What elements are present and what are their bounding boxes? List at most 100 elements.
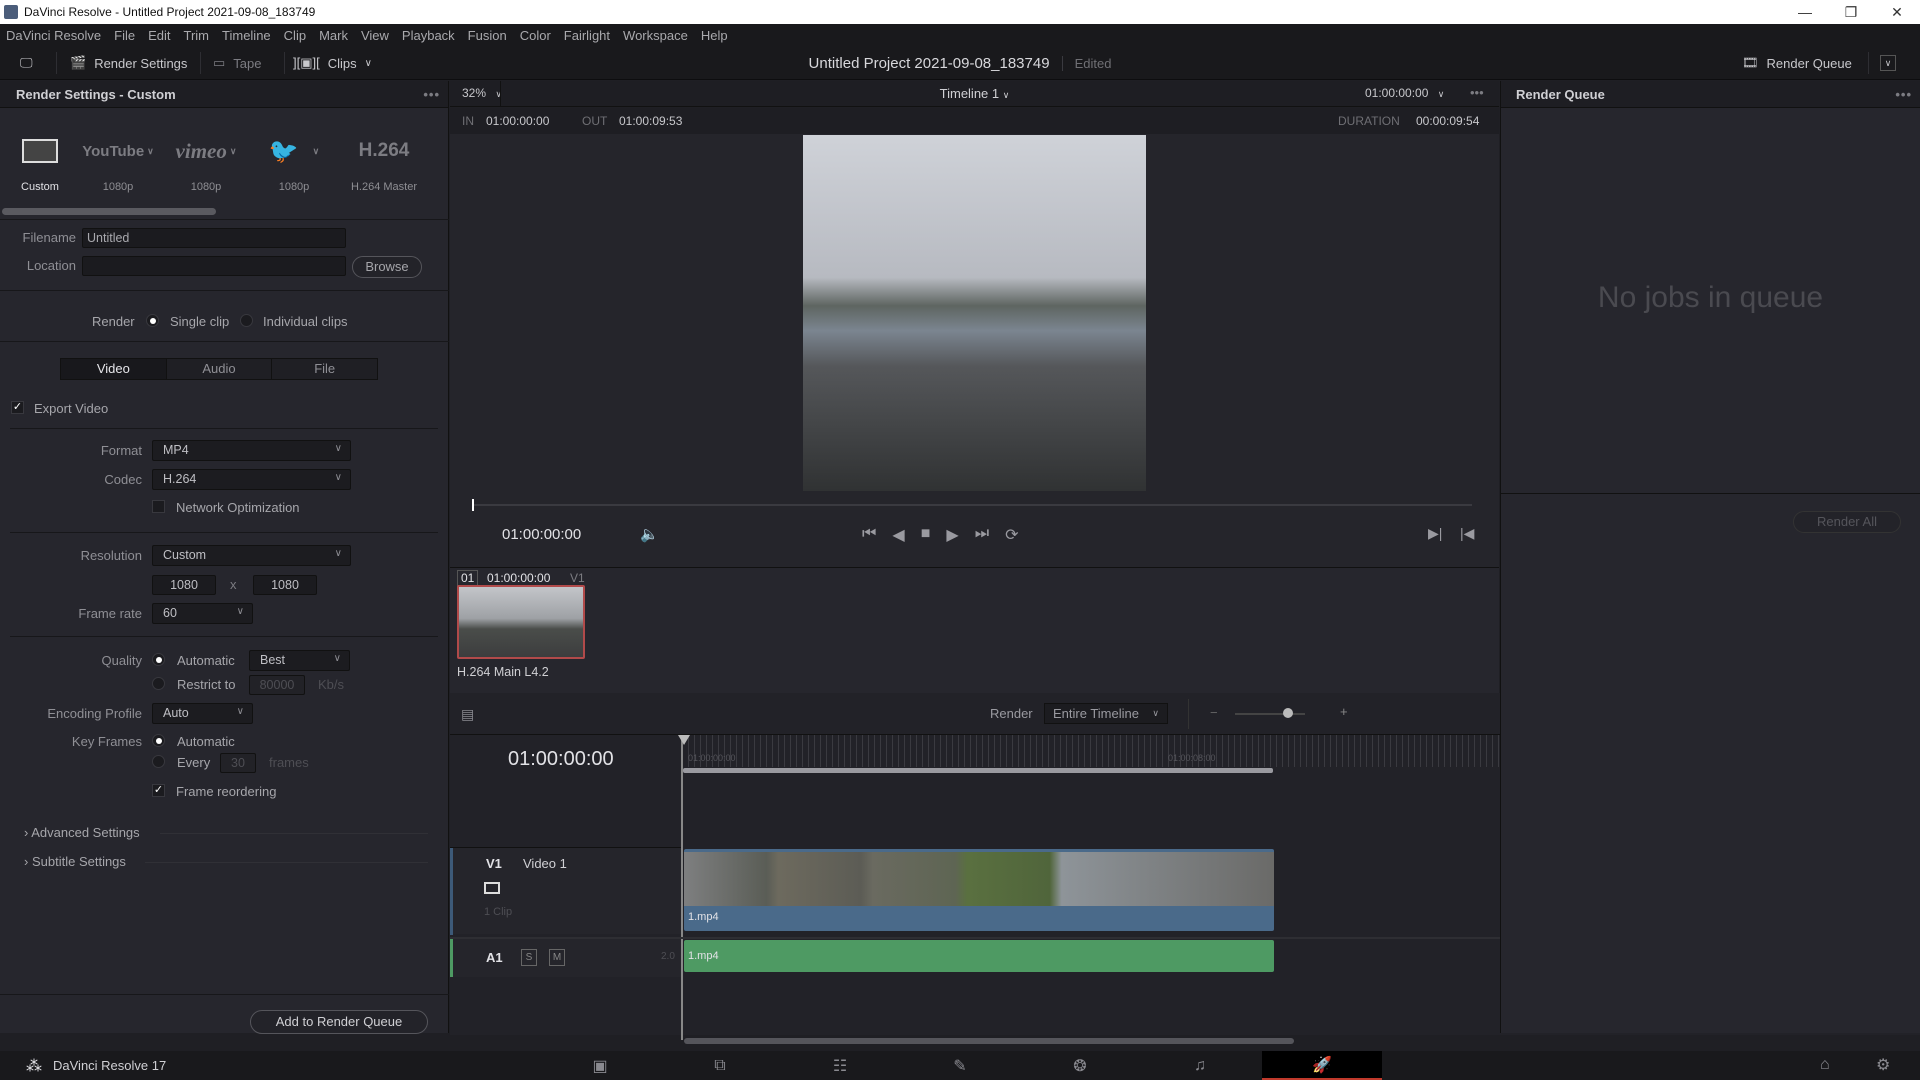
quality-select[interactable]: Best ∨	[249, 650, 350, 671]
edit-page-icon[interactable]: ☷	[780, 1051, 900, 1080]
home-icon[interactable]: ⌂	[1820, 1056, 1830, 1074]
zoom-in-icon[interactable]: +	[1340, 704, 1348, 719]
render-range-bar[interactable]	[683, 768, 1273, 773]
menu-trim[interactable]: Trim	[184, 28, 210, 43]
playhead-marker[interactable]	[678, 735, 690, 745]
codec-select[interactable]: H.264 ∨	[152, 469, 351, 490]
resolution-height-input[interactable]: 1080	[253, 575, 317, 595]
menu-file[interactable]: File	[114, 28, 135, 43]
menu-timeline[interactable]: Timeline	[222, 28, 271, 43]
render-all-button[interactable]: Render All	[1793, 511, 1901, 533]
menu-clip[interactable]: Clip	[284, 28, 306, 43]
render-range-select[interactable]: Entire Timeline ∨	[1044, 703, 1168, 724]
scrubber-track[interactable]	[472, 504, 1472, 506]
viewer-frame[interactable]	[803, 135, 1146, 491]
prev-edit-icon[interactable]: |◀	[1460, 525, 1474, 542]
current-timecode: 01:00:00:00	[502, 526, 582, 543]
keyframes-automatic-radio[interactable]	[152, 734, 165, 747]
ruler-tick-label: 01:00:00:00	[688, 753, 736, 763]
menu-mark[interactable]: Mark	[319, 28, 348, 43]
deliver-page-icon[interactable]: 🚀	[1262, 1051, 1382, 1080]
volume-icon[interactable]: 🔈	[640, 525, 659, 543]
more-options-icon[interactable]: •••	[423, 87, 440, 102]
tab-audio[interactable]: Audio	[165, 359, 272, 379]
skip-to-end-icon[interactable]: ⏭	[975, 525, 989, 545]
loop-icon[interactable]: ⟳	[1005, 525, 1018, 545]
quality-automatic-radio[interactable]	[152, 653, 165, 666]
timeline-select[interactable]: Timeline 1 ∨	[450, 86, 1499, 101]
track-video-icon[interactable]	[484, 882, 500, 894]
mute-button[interactable]: M	[549, 949, 565, 966]
play-icon[interactable]: ▶	[946, 525, 958, 545]
fusion-page-icon[interactable]: ✎	[900, 1051, 1020, 1080]
viewer-header: 32% ∨ Timeline 1 ∨ 01:00:00:00 ∨ •••	[450, 81, 1499, 107]
preset-youtube[interactable]: YouTube ∨ 1080p	[74, 131, 162, 194]
a1-clip[interactable]: 1.mp4	[684, 940, 1274, 972]
encoding-profile-select[interactable]: Auto ∨	[152, 703, 253, 724]
menu-playback[interactable]: Playback	[402, 28, 455, 43]
restrict-bitrate-input[interactable]: 80000	[249, 675, 305, 695]
skip-to-start-icon[interactable]: ⏮	[862, 525, 876, 545]
menu-color[interactable]: Color	[520, 28, 551, 43]
framerate-select[interactable]: 60 ∨	[152, 603, 253, 624]
keyframes-every-radio[interactable]	[152, 755, 165, 768]
menu-edit[interactable]: Edit	[148, 28, 170, 43]
preset-custom[interactable]: Custom	[0, 131, 84, 193]
single-clip-radio[interactable]	[146, 314, 159, 327]
zoom-slider-handle[interactable]	[1283, 708, 1293, 718]
media-page-icon[interactable]: ▣	[540, 1051, 660, 1080]
preset-twitter[interactable]: 🐦 ∨ 1080p	[250, 131, 338, 194]
timeline-playhead[interactable]	[681, 735, 683, 1040]
playhead[interactable]	[472, 499, 474, 511]
play-reverse-icon[interactable]: ◀	[892, 525, 904, 545]
advanced-settings-toggle[interactable]: › Advanced Settings	[24, 825, 140, 840]
tab-video[interactable]: Video	[61, 359, 166, 379]
browse-button[interactable]: Browse	[352, 256, 422, 278]
resolution-width-input[interactable]: 1080	[152, 575, 216, 595]
menu-fairlight[interactable]: Fairlight	[564, 28, 610, 43]
quality-restrict-radio[interactable]	[152, 677, 165, 690]
restore-button[interactable]: ❐	[1828, 0, 1874, 24]
v1-clip[interactable]: 1.mp4	[684, 849, 1274, 931]
color-page-icon[interactable]: ❂	[1020, 1051, 1140, 1080]
stop-icon[interactable]: ■	[921, 525, 931, 545]
add-to-render-queue-button[interactable]: Add to Render Queue	[250, 1010, 428, 1034]
settings-gear-icon[interactable]: ⚙	[1876, 1055, 1890, 1075]
resolution-select[interactable]: Custom ∨	[152, 545, 351, 566]
zoom-slider[interactable]	[1235, 713, 1305, 715]
menu-fusion[interactable]: Fusion	[468, 28, 507, 43]
filename-input[interactable]: Untitled	[82, 228, 346, 248]
more-options-icon[interactable]: •••	[1895, 87, 1912, 102]
export-video-checkbox[interactable]: ✓	[11, 401, 24, 414]
timeline-scrollbar[interactable]	[684, 1038, 1294, 1044]
fairlight-page-icon[interactable]: ♫	[1140, 1051, 1260, 1080]
tab-file[interactable]: File	[271, 359, 377, 379]
viewer-options-icon[interactable]: •••	[1470, 85, 1484, 100]
location-input[interactable]	[82, 256, 346, 276]
frame-reordering-checkbox[interactable]: ✓	[152, 784, 165, 797]
expand-button[interactable]: ∨	[1880, 46, 1896, 80]
menu-davinci[interactable]: DaVinci Resolve	[6, 28, 101, 43]
next-edit-icon[interactable]: ▶|	[1428, 525, 1442, 542]
menu-view[interactable]: View	[361, 28, 389, 43]
timecode-select[interactable]: 01:00:00:00 ∨	[1365, 86, 1444, 100]
solo-button[interactable]: S	[521, 949, 537, 966]
toolbar: 🖵 🎬 Render Settings ▭ Tape ][▣][Clips ∨ Unt…	[0, 46, 1920, 80]
close-button[interactable]: ✕	[1874, 0, 1920, 24]
individual-clips-radio[interactable]	[240, 314, 253, 327]
presets-scrollbar[interactable]	[2, 208, 216, 215]
timeline-view-icon[interactable]: ▤	[461, 706, 474, 723]
cut-page-icon[interactable]: ⧉	[660, 1051, 780, 1080]
preset-h264[interactable]: H.264 H.264 Master	[340, 131, 428, 193]
zoom-out-icon[interactable]: −	[1210, 705, 1218, 720]
network-optimization-checkbox[interactable]	[152, 500, 165, 513]
menu-help[interactable]: Help	[701, 28, 728, 43]
menu-workspace[interactable]: Workspace	[623, 28, 688, 43]
preset-vimeo[interactable]: vimeo ∨ 1080p	[162, 131, 250, 194]
minimize-button[interactable]: —	[1782, 0, 1828, 24]
render-queue-toggle[interactable]: 🎞 Render Queue	[1742, 46, 1852, 80]
clip-thumbnail[interactable]	[457, 585, 585, 659]
format-select[interactable]: MP4 ∨	[152, 440, 351, 461]
keyframes-every-input[interactable]: 30	[220, 753, 256, 773]
subtitle-settings-toggle[interactable]: › Subtitle Settings	[24, 854, 126, 869]
